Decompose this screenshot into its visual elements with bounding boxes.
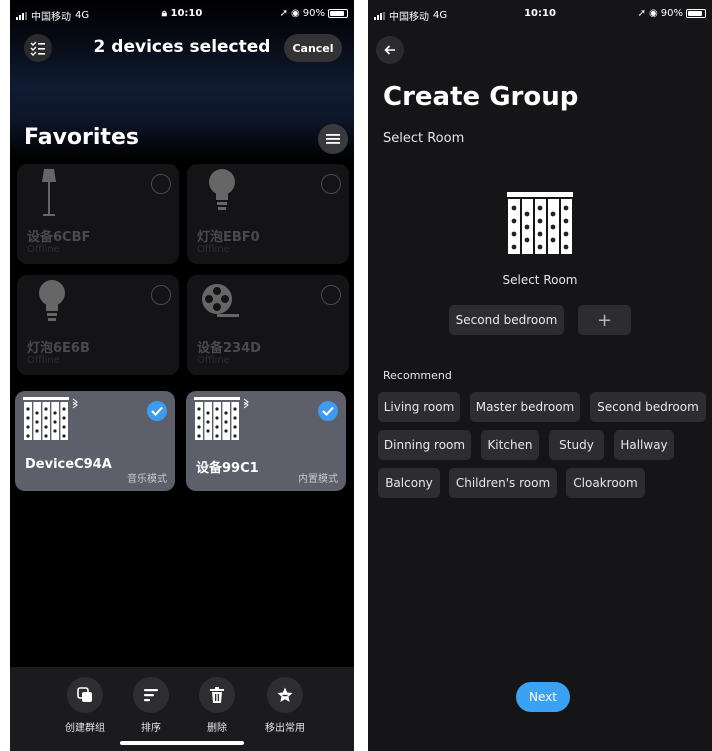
device-status: Offline	[27, 244, 60, 255]
create-group-button[interactable]: 创建群组	[55, 677, 115, 734]
home-indicator[interactable]	[120, 741, 244, 745]
sort-button[interactable]: 排序	[121, 677, 181, 734]
status-bar: 中国移动 4G 🔒︎ 10:10 ➚ ◉ 90%	[10, 8, 354, 24]
alarm-icon: ◉	[291, 8, 300, 19]
create-group-label: 创建群组	[65, 723, 105, 734]
device-card[interactable]: 灯泡EBF0 Offline	[187, 164, 349, 264]
device-card-selected[interactable]: 设备99C1 内置模式	[186, 391, 346, 491]
device-card[interactable]: 设备6CBF Offline	[17, 164, 179, 264]
floor-lamp-icon	[42, 169, 56, 216]
location-icon: ➚	[637, 8, 647, 19]
back-arrow-icon	[384, 45, 395, 55]
clock: 10:10	[170, 8, 203, 19]
select-checkbox[interactable]	[151, 174, 171, 194]
devices-screen: 中国移动 4G 🔒︎ 10:10 ➚ ◉ 90% 2 devices selec…	[10, 0, 354, 751]
device-card[interactable]: 设备234D Offline	[187, 275, 349, 375]
room-chip-cloakroom[interactable]: Cloakroom	[566, 468, 645, 498]
select-checkbox[interactable]	[321, 174, 341, 194]
sort-label: 排序	[141, 723, 161, 734]
room-chip-second-bedroom[interactable]: Second bedroom	[590, 392, 706, 422]
device-name: 灯泡6E6B	[27, 341, 90, 356]
light-bulb-icon	[209, 169, 235, 210]
device-mode: 内置模式	[298, 474, 338, 485]
battery-icon	[328, 9, 348, 18]
status-bar: 中国移动 4G 10:10 ➚ ◉ 90%	[368, 8, 712, 24]
curtain-icon	[507, 192, 573, 254]
device-status: Offline	[197, 355, 230, 366]
page-subtitle: Select Room	[383, 131, 465, 146]
remove-favorite-label: 移出常用	[265, 723, 305, 734]
selected-check-icon[interactable]	[147, 401, 167, 421]
device-name: 设备99C1	[196, 461, 259, 476]
device-name: 设备234D	[197, 341, 261, 356]
star-icon	[277, 687, 293, 702]
device-name: 灯泡EBF0	[197, 230, 260, 245]
room-curtain-icon[interactable]	[507, 192, 573, 258]
select-checkbox[interactable]	[151, 285, 171, 305]
page-title: Create Group	[383, 82, 579, 112]
battery-icon	[686, 9, 706, 18]
room-chip-kitchen[interactable]: Kitchen	[481, 430, 539, 460]
room-chip-living-room[interactable]: Living room	[378, 392, 460, 422]
clock: 10:10	[524, 8, 556, 19]
light-bulb-icon	[39, 280, 65, 321]
room-chip-study[interactable]: Study	[549, 430, 604, 460]
trash-icon	[210, 687, 224, 703]
delete-label: 删除	[207, 723, 227, 734]
favorites-title: Favorites	[24, 125, 139, 150]
film-reel-icon	[202, 284, 239, 317]
recommend-title: Recommend	[383, 369, 452, 382]
device-card[interactable]: 灯泡6E6B Offline	[17, 275, 179, 375]
curtain-icon	[23, 397, 78, 440]
delete-button[interactable]: 删除	[187, 677, 247, 734]
back-button[interactable]	[376, 36, 404, 64]
add-room-button[interactable]: +	[578, 305, 631, 335]
selected-check-icon[interactable]	[318, 401, 338, 421]
alarm-icon: ◉	[649, 8, 658, 19]
menu-button[interactable]	[318, 124, 348, 154]
device-mode: 音乐模式	[127, 474, 167, 485]
select-room-label: Select Room	[502, 273, 578, 287]
device-name: 设备6CBF	[27, 230, 91, 245]
select-checkbox[interactable]	[321, 285, 341, 305]
remove-favorite-button[interactable]: 移出常用	[255, 677, 315, 734]
location-icon: ➚	[279, 8, 289, 19]
battery-percent: 90%	[302, 8, 325, 19]
room-chip-balcony[interactable]: Balcony	[378, 468, 440, 498]
room-chip-hallway[interactable]: Hallway	[614, 430, 674, 460]
device-name: DeviceC94A	[25, 457, 112, 472]
cancel-button[interactable]: Cancel	[284, 34, 342, 62]
create-group-screen: 中国移动 4G 10:10 ➚ ◉ 90% Create Group Selec…	[368, 0, 712, 751]
selected-room-chip[interactable]: Second bedroom	[449, 305, 564, 335]
next-button[interactable]: Next	[516, 682, 570, 712]
lock-icon: 🔒︎	[161, 8, 167, 19]
device-status: Offline	[27, 355, 60, 366]
device-status: Offline	[197, 244, 230, 255]
room-chip-dinning-room[interactable]: Dinning room	[378, 430, 471, 460]
create-group-icon	[77, 687, 92, 702]
room-chip-master-bedroom[interactable]: Master bedroom	[470, 392, 580, 422]
sort-icon	[144, 689, 158, 702]
hamburger-icon	[326, 134, 340, 144]
room-chip-childrens-room[interactable]: Children's room	[449, 468, 557, 498]
battery-percent: 90%	[660, 8, 683, 19]
bluetooth-icon	[72, 398, 78, 409]
bottom-action-bar: 创建群组 排序 删除 移出常用	[10, 667, 354, 751]
device-card-selected[interactable]: DeviceC94A 音乐模式	[15, 391, 175, 491]
bluetooth-icon	[243, 398, 249, 409]
curtain-icon	[194, 397, 249, 440]
